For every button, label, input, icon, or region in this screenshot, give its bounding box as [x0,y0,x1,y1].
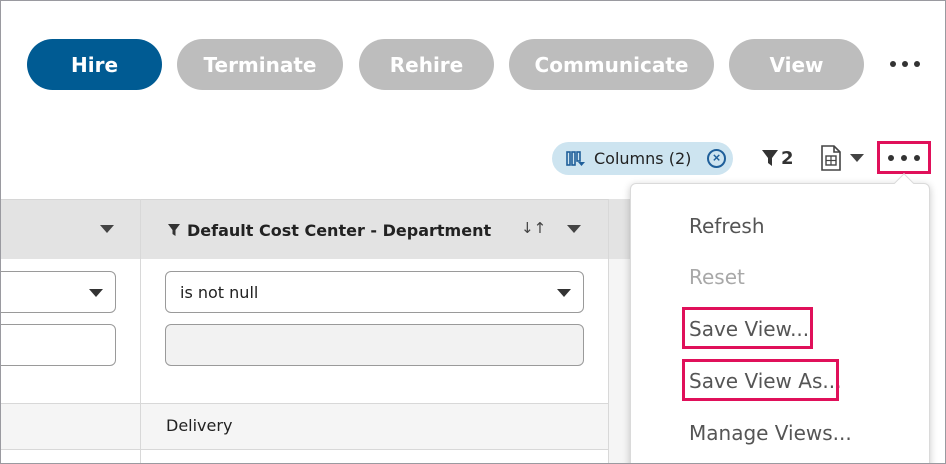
filter-operator-select[interactable] [1,271,116,313]
column-divider [140,199,141,463]
rehire-button[interactable]: Rehire [359,39,494,90]
close-icon[interactable]: × [707,149,726,168]
table-row[interactable] [1,404,629,450]
terminate-button[interactable]: Terminate [177,39,343,90]
filter-count: 2 [781,147,794,169]
column-header-label: Default Cost Center - Department [187,220,492,240]
communicate-button[interactable]: Communicate [509,39,714,90]
menu-item-refresh[interactable]: Refresh [689,214,765,238]
more-actions-icon[interactable] [884,54,926,74]
filter-operator-value: is not null [180,282,259,302]
action-bar: Hire Terminate Rehire Communicate View [1,39,945,90]
highlight-save-view-as [682,359,839,401]
chevron-down-icon [557,289,571,297]
column-divider [608,199,609,463]
filter-value-input[interactable] [1,324,116,366]
app-frame: Hire Terminate Rehire Communicate View C… [0,0,946,464]
column-header[interactable]: Default Cost Center - Department [167,219,491,241]
column-menu-icon[interactable] [100,225,114,233]
filter-icon [762,150,778,166]
spreadsheet-icon [821,145,841,171]
columns-chip-label: Columns (2) [594,149,692,168]
view-button[interactable]: View [729,39,864,90]
filter-operator-select[interactable]: is not null [165,271,584,313]
sort-icon[interactable]: ↓↑ [521,219,546,237]
grid-more-button[interactable] [877,141,931,174]
hire-button[interactable]: Hire [27,39,162,90]
filter-button[interactable]: 2 [761,145,794,171]
export-button[interactable] [820,142,870,174]
chevron-down-icon [850,154,864,162]
menu-item-reset: Reset [689,265,745,289]
filter-value-input [165,324,584,366]
column-menu-icon[interactable] [567,225,581,233]
columns-icon [566,150,585,166]
menu-item-manage-views[interactable]: Manage Views... [689,421,852,445]
columns-chip[interactable]: Columns (2) × [552,142,733,175]
highlight-save-view [682,307,813,349]
filter-icon [168,224,180,236]
table-cell: Delivery [166,416,233,435]
chevron-down-icon [89,289,103,297]
